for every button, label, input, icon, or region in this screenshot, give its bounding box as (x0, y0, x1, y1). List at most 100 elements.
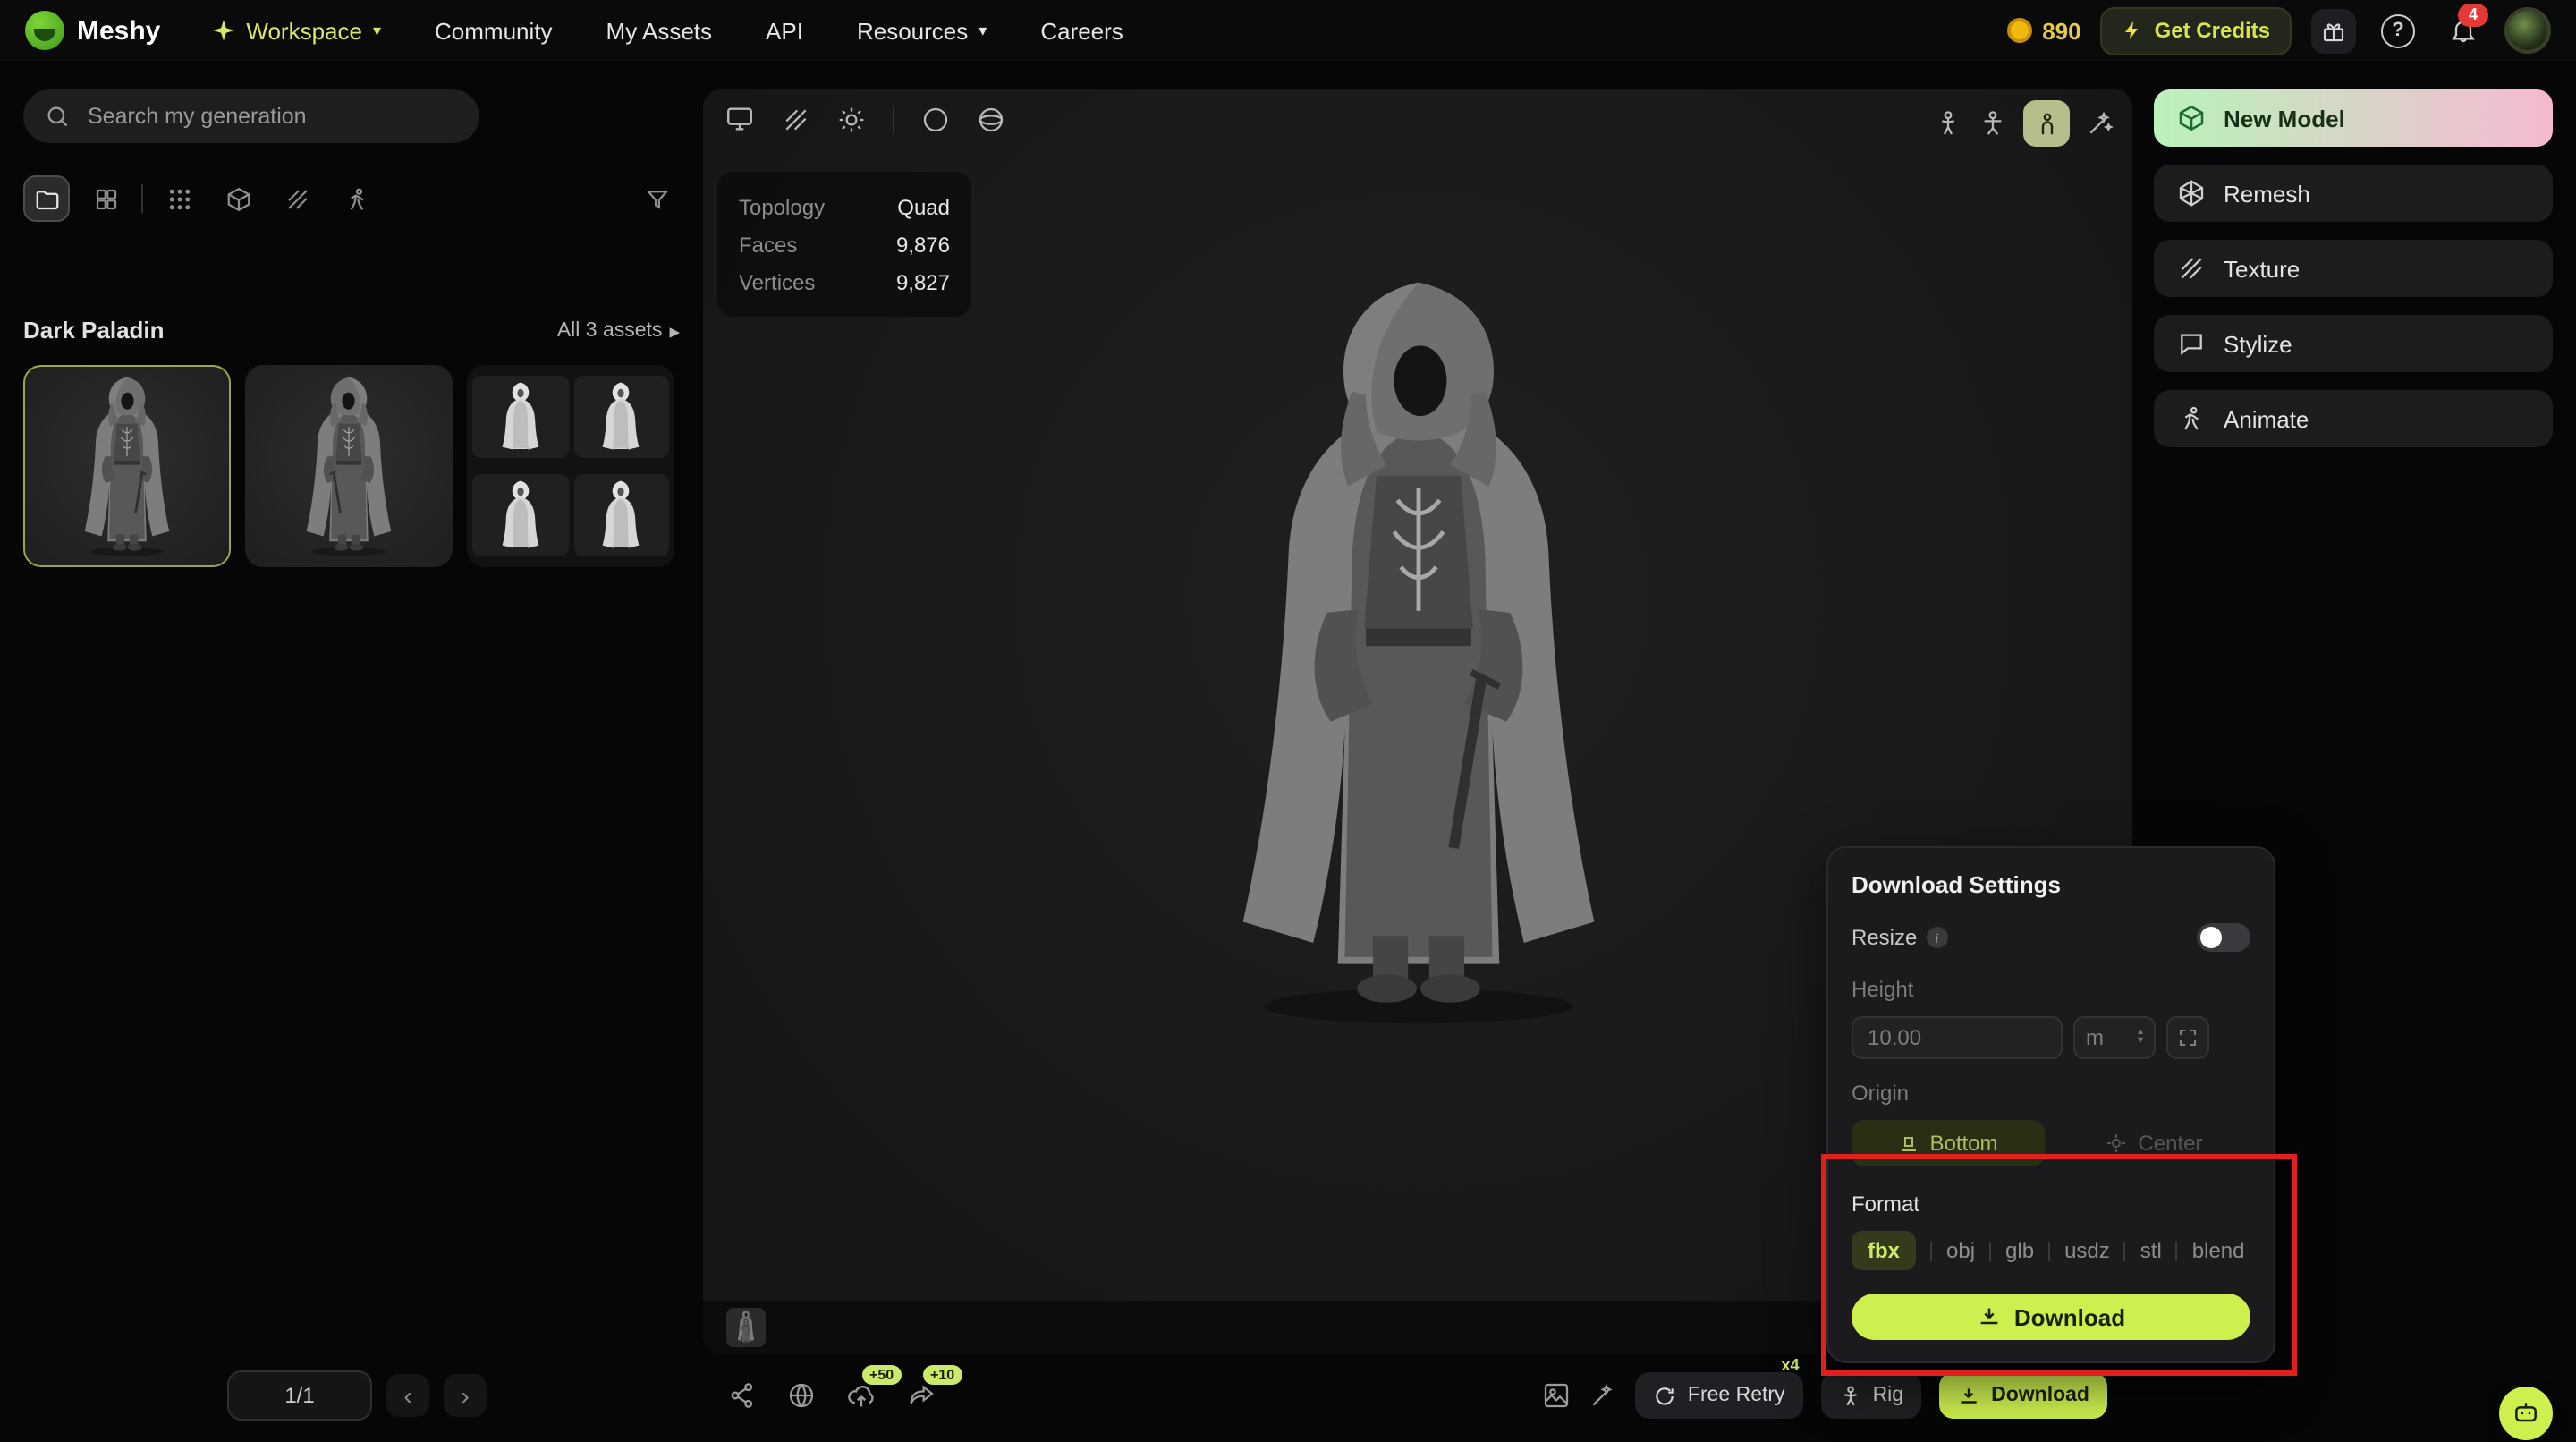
unit-stepper: ▴ ▾ (2138, 1029, 2143, 1047)
origin-options: Bottom Center (1852, 1120, 2250, 1166)
coin-icon (2006, 18, 2031, 43)
display-mode-button[interactable] (724, 104, 755, 134)
nav-community-label: Community (435, 17, 553, 44)
all-assets-filter-button[interactable] (156, 175, 202, 222)
nav-careers[interactable]: Careers (1040, 17, 1123, 44)
shading-plain-button[interactable] (921, 105, 950, 133)
notifications-button[interactable]: 4 (2440, 8, 2485, 53)
folder-icon (33, 185, 60, 212)
viewport-toolbar (724, 104, 1005, 134)
resize-label-group: Resize i (1852, 925, 1947, 950)
brand[interactable]: Meshy (25, 11, 160, 50)
free-retry-label: Free Retry (1688, 1385, 1785, 1406)
gift-button[interactable] (2311, 8, 2356, 53)
format-stl[interactable]: stl (2140, 1238, 2162, 1263)
lighting-button[interactable] (837, 105, 866, 133)
format-blend[interactable]: blend (2192, 1238, 2245, 1263)
format-obj[interactable]: obj (1946, 1238, 1975, 1263)
filter-button[interactable] (633, 175, 680, 222)
pose-a-button[interactable] (1934, 109, 1962, 138)
navbar-right: 890 Get Credits ? 4 (2006, 6, 2551, 55)
generation-title: Dark Paladin (23, 317, 165, 344)
stat-topology: Topology Quad (739, 188, 950, 225)
texture-button[interactable]: Texture (2154, 240, 2553, 297)
upload-community-button[interactable]: +50 (846, 1380, 877, 1411)
model-filter-button[interactable] (215, 175, 261, 222)
pose-t-button[interactable] (1979, 109, 2007, 138)
origin-bottom-button[interactable]: Bottom (1852, 1120, 2044, 1166)
search-input[interactable] (84, 102, 458, 131)
rig-button[interactable]: Rig (1821, 1372, 1922, 1419)
rig-icon (1839, 1384, 1862, 1407)
resize-toggle[interactable] (2197, 923, 2250, 952)
textured-view-button-active[interactable] (2023, 100, 2070, 147)
animate-button[interactable]: Animate (2154, 390, 2553, 447)
section-header: Dark Paladin All 3 assets ▸ (23, 317, 680, 344)
wireframe-icon (782, 105, 810, 133)
share-button[interactable]: +10 (907, 1381, 936, 1410)
prev-page-button[interactable]: ‹ (386, 1374, 429, 1417)
magic-wand-icon (2086, 109, 2114, 138)
rendered-3d-model[interactable] (1149, 268, 1686, 1041)
texture-filter-button[interactable] (274, 175, 320, 222)
origin-center-button[interactable]: Center (2058, 1120, 2250, 1166)
filmstrip-thumbnail[interactable] (726, 1308, 766, 1347)
asset-thumb-selected[interactable] (23, 365, 231, 567)
folder-view-button[interactable] (23, 175, 70, 222)
screenshot-button[interactable] (1543, 1381, 1572, 1410)
share-nodes-button[interactable] (728, 1381, 757, 1410)
unit-select[interactable]: m ▴ ▾ (2073, 1016, 2156, 1059)
top-navbar: Meshy Workspace ▾ Community My Assets AP… (0, 0, 2576, 61)
download-button[interactable]: Download (1939, 1372, 2107, 1419)
sparkle-icon (210, 18, 235, 43)
nav-workspace[interactable]: Workspace ▾ (210, 17, 381, 44)
share-arrow-icon (907, 1381, 936, 1410)
new-model-button[interactable]: New Model (2154, 89, 2553, 147)
panel-download-button[interactable]: Download (1852, 1294, 2250, 1340)
grid-view-button[interactable] (82, 175, 129, 222)
get-credits-button[interactable]: Get Credits (2101, 6, 2292, 55)
circle-icon (921, 105, 950, 133)
toolbar-divider (141, 184, 143, 213)
publish-button[interactable] (787, 1381, 816, 1410)
fit-bounds-button[interactable] (2166, 1016, 2209, 1059)
stat-label: Vertices (739, 269, 815, 294)
asset-thumb-multiview[interactable] (467, 365, 674, 567)
user-avatar[interactable] (2504, 7, 2551, 54)
sun-icon (837, 105, 866, 133)
nav-api[interactable]: API (766, 17, 803, 44)
credits-balance[interactable]: 890 (2006, 17, 2080, 44)
download-icon (1977, 1304, 2002, 1329)
stylize-button[interactable]: Stylize (2154, 315, 2553, 372)
remesh-label: Remesh (2224, 180, 2310, 207)
nav-my-assets[interactable]: My Assets (606, 17, 713, 44)
free-retry-button[interactable]: x4 Free Retry (1636, 1372, 1803, 1419)
help-button[interactable]: ? (2376, 8, 2420, 53)
effects-button[interactable] (2086, 109, 2114, 138)
wireframe-button[interactable] (782, 105, 810, 133)
enhance-button[interactable] (1589, 1381, 1618, 1410)
arrow-right-icon: ▸ (669, 318, 680, 343)
asset-thumb-2[interactable] (245, 365, 453, 567)
remesh-button[interactable]: Remesh (2154, 165, 2553, 222)
stat-label: Faces (739, 232, 797, 257)
all-assets-link[interactable]: All 3 assets ▸ (557, 318, 680, 343)
nav-resources[interactable]: Resources ▾ (857, 17, 987, 44)
animation-filter-button[interactable] (333, 175, 379, 222)
nav-community[interactable]: Community (435, 17, 553, 44)
lightning-icon (2123, 20, 2144, 41)
next-page-button[interactable]: › (444, 1374, 487, 1417)
stat-value: 9,876 (896, 232, 950, 257)
format-glb[interactable]: glb (2005, 1238, 2034, 1263)
filter-icon (643, 185, 670, 212)
format-fbx[interactable]: fbx (1852, 1231, 1916, 1270)
matcap-button[interactable] (977, 105, 1005, 133)
support-chat-button[interactable] (2499, 1387, 2553, 1440)
align-bottom-icon (1897, 1132, 1919, 1154)
height-input[interactable] (1852, 1016, 2063, 1059)
download-label: Download (1991, 1385, 2089, 1406)
format-usdz[interactable]: usdz (2064, 1238, 2110, 1263)
chevron-left-icon: ‹ (403, 1381, 411, 1410)
nav-resources-label: Resources (857, 17, 968, 44)
fit-icon (2177, 1027, 2199, 1048)
